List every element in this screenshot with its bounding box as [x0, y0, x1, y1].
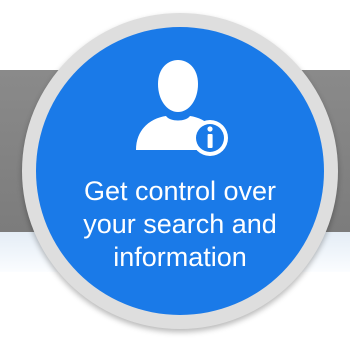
- caption-line-1: Get control over: [83, 176, 277, 206]
- caption-line-2: your search and: [83, 209, 277, 239]
- caption-line-3: information: [113, 242, 247, 272]
- user-info-icon: [136, 60, 228, 156]
- badge-caption: Get control over your search and informa…: [46, 175, 314, 274]
